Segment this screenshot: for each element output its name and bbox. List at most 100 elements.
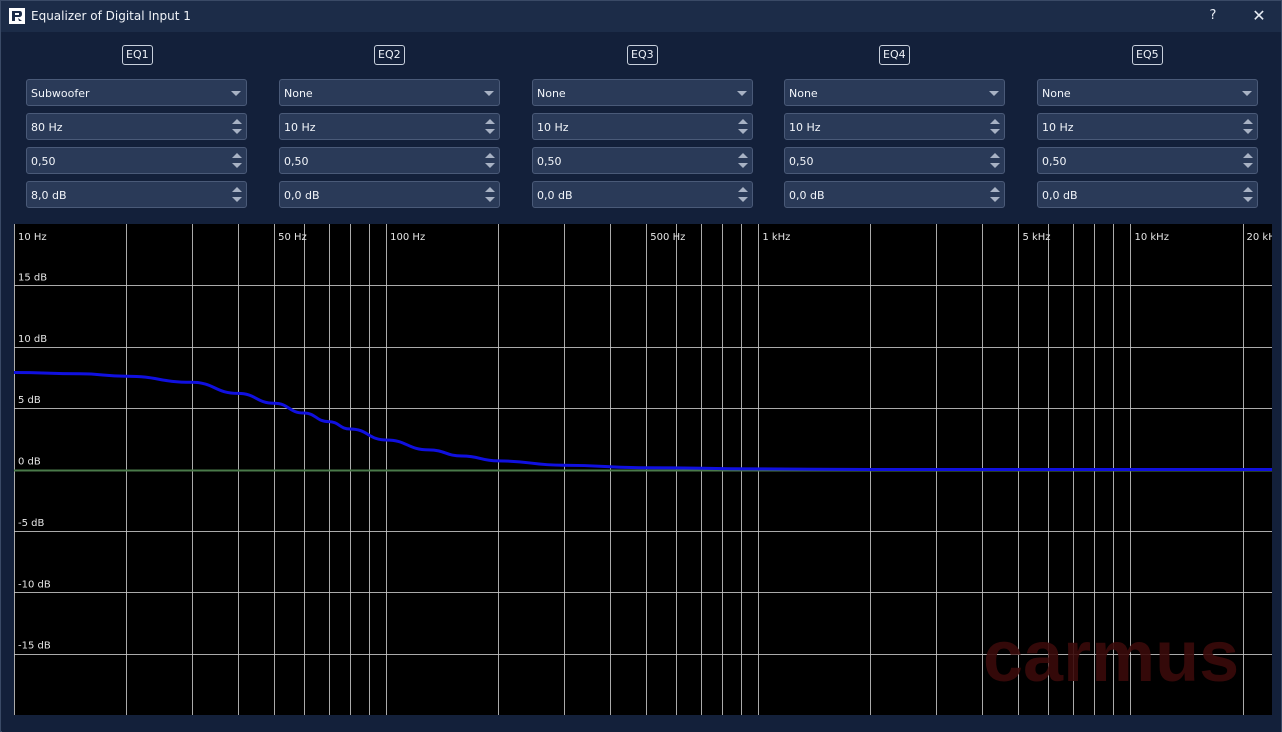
y-tick-label: 0 dB <box>18 457 41 468</box>
y-tick-label: -15 dB <box>18 641 51 652</box>
y-tick-label: -10 dB <box>18 579 51 590</box>
spin-up-icon[interactable] <box>1241 184 1255 195</box>
gain-spinbox[interactable]: 0,0 dB <box>784 181 1005 208</box>
eq-band-4: EQ4 None 10 Hz 0,50 0,0 dB <box>784 32 1006 222</box>
x-tick-label: 10 Hz <box>18 232 47 243</box>
chevron-down-icon[interactable] <box>986 84 1002 102</box>
q-factor-spinbox[interactable]: 0,50 <box>532 147 753 174</box>
frequency-spinbox[interactable]: 10 Hz <box>279 113 500 140</box>
spin-down-icon[interactable] <box>736 195 750 206</box>
window-title: Equalizer of Digital Input 1 <box>31 9 191 23</box>
filter-type-value: None <box>789 87 818 100</box>
q-factor-value: 0,50 <box>789 155 814 168</box>
frequency-spinbox[interactable]: 10 Hz <box>532 113 753 140</box>
chevron-down-icon[interactable] <box>734 84 750 102</box>
eq-band-label: EQ5 <box>1132 45 1163 65</box>
x-tick-label: 20 kHz <box>1247 232 1272 243</box>
filter-type-dropdown[interactable]: None <box>279 79 500 106</box>
frequency-value: 10 Hz <box>1042 121 1074 134</box>
spin-up-icon[interactable] <box>736 116 750 127</box>
spin-down-icon[interactable] <box>736 161 750 172</box>
gain-value: 0,0 dB <box>1042 189 1078 202</box>
spin-up-icon[interactable] <box>230 150 244 161</box>
spin-down-icon[interactable] <box>230 127 244 138</box>
gain-spinbox[interactable]: 0,0 dB <box>279 181 500 208</box>
q-factor-value: 0,50 <box>31 155 56 168</box>
gain-value: 0,0 dB <box>789 189 825 202</box>
chevron-down-icon[interactable] <box>481 84 497 102</box>
chevron-down-icon[interactable] <box>1239 84 1255 102</box>
spin-up-icon[interactable] <box>736 184 750 195</box>
frequency-value: 10 Hz <box>284 121 316 134</box>
frequency-value: 10 Hz <box>537 121 569 134</box>
gain-spinbox[interactable]: 0,0 dB <box>1037 181 1258 208</box>
frequency-spinbox[interactable]: 10 Hz <box>1037 113 1258 140</box>
spin-up-icon[interactable] <box>483 184 497 195</box>
title-bar: Equalizer of Digital Input 1 ? ✕ <box>1 1 1281 32</box>
spin-down-icon[interactable] <box>230 195 244 206</box>
frequency-value: 80 Hz <box>31 121 63 134</box>
filter-type-dropdown[interactable]: None <box>532 79 753 106</box>
q-factor-spinbox[interactable]: 0,50 <box>1037 147 1258 174</box>
chevron-down-icon[interactable] <box>228 84 244 102</box>
spin-up-icon[interactable] <box>230 184 244 195</box>
q-factor-spinbox[interactable]: 0,50 <box>279 147 500 174</box>
frequency-spinbox[interactable]: 80 Hz <box>26 113 247 140</box>
eq-band-label: EQ1 <box>122 45 153 65</box>
close-button[interactable]: ✕ <box>1246 5 1272 27</box>
eq-band-label: EQ2 <box>374 45 405 65</box>
y-tick-label: 5 dB <box>18 395 41 406</box>
spin-down-icon[interactable] <box>1241 161 1255 172</box>
x-tick-label: 5 kHz <box>1022 232 1050 243</box>
gain-value: 0,0 dB <box>537 189 573 202</box>
spin-up-icon[interactable] <box>988 150 1002 161</box>
help-button[interactable]: ? <box>1201 5 1225 27</box>
eq-response-curve <box>14 371 1272 472</box>
svg-text:carmus: carmus <box>983 619 1239 689</box>
eq-band-label: EQ3 <box>627 45 658 65</box>
gain-spinbox[interactable]: 0,0 dB <box>532 181 753 208</box>
filter-type-value: None <box>1042 87 1071 100</box>
spin-up-icon[interactable] <box>483 116 497 127</box>
filter-type-dropdown[interactable]: None <box>1037 79 1258 106</box>
spin-down-icon[interactable] <box>988 127 1002 138</box>
gain-spinbox[interactable]: 8,0 dB <box>26 181 247 208</box>
q-factor-spinbox[interactable]: 0,50 <box>26 147 247 174</box>
spin-down-icon[interactable] <box>1241 127 1255 138</box>
filter-type-value: None <box>284 87 313 100</box>
filter-type-dropdown[interactable]: Subwoofer <box>26 79 247 106</box>
spin-up-icon[interactable] <box>483 150 497 161</box>
x-tick-label: 500 Hz <box>650 232 685 243</box>
eq-band-label: EQ4 <box>879 45 910 65</box>
eq-band-3: EQ3 None 10 Hz 0,50 0,0 dB <box>532 32 754 222</box>
spin-down-icon[interactable] <box>483 195 497 206</box>
spin-down-icon[interactable] <box>483 127 497 138</box>
spin-up-icon[interactable] <box>736 150 750 161</box>
spin-down-icon[interactable] <box>736 127 750 138</box>
spin-up-icon[interactable] <box>988 116 1002 127</box>
spin-up-icon[interactable] <box>988 184 1002 195</box>
carmus-watermark-logo: carmus <box>983 619 1239 689</box>
spin-down-icon[interactable] <box>988 161 1002 172</box>
q-factor-spinbox[interactable]: 0,50 <box>784 147 1005 174</box>
eq-band-2: EQ2 None 10 Hz 0,50 0,0 dB <box>279 32 501 222</box>
spin-up-icon[interactable] <box>1241 150 1255 161</box>
spin-up-icon[interactable] <box>230 116 244 127</box>
spin-down-icon[interactable] <box>483 161 497 172</box>
q-factor-value: 0,50 <box>1042 155 1067 168</box>
app-logo-icon <box>9 8 25 24</box>
equalizer-window: Equalizer of Digital Input 1 ? ✕ EQ1 Sub… <box>0 0 1282 732</box>
frequency-value: 10 Hz <box>789 121 821 134</box>
gain-value: 8,0 dB <box>31 189 67 202</box>
y-tick-label: 10 dB <box>18 334 47 345</box>
x-tick-label: 1 kHz <box>762 232 790 243</box>
filter-type-dropdown[interactable]: None <box>784 79 1005 106</box>
spin-up-icon[interactable] <box>1241 116 1255 127</box>
y-tick-label: -5 dB <box>18 518 44 529</box>
spin-down-icon[interactable] <box>230 161 244 172</box>
spin-down-icon[interactable] <box>988 195 1002 206</box>
spin-down-icon[interactable] <box>1241 195 1255 206</box>
eq-band-1: EQ1 Subwoofer 80 Hz 0,50 8,0 dB <box>26 32 248 222</box>
frequency-spinbox[interactable]: 10 Hz <box>784 113 1005 140</box>
filter-type-value: None <box>537 87 566 100</box>
